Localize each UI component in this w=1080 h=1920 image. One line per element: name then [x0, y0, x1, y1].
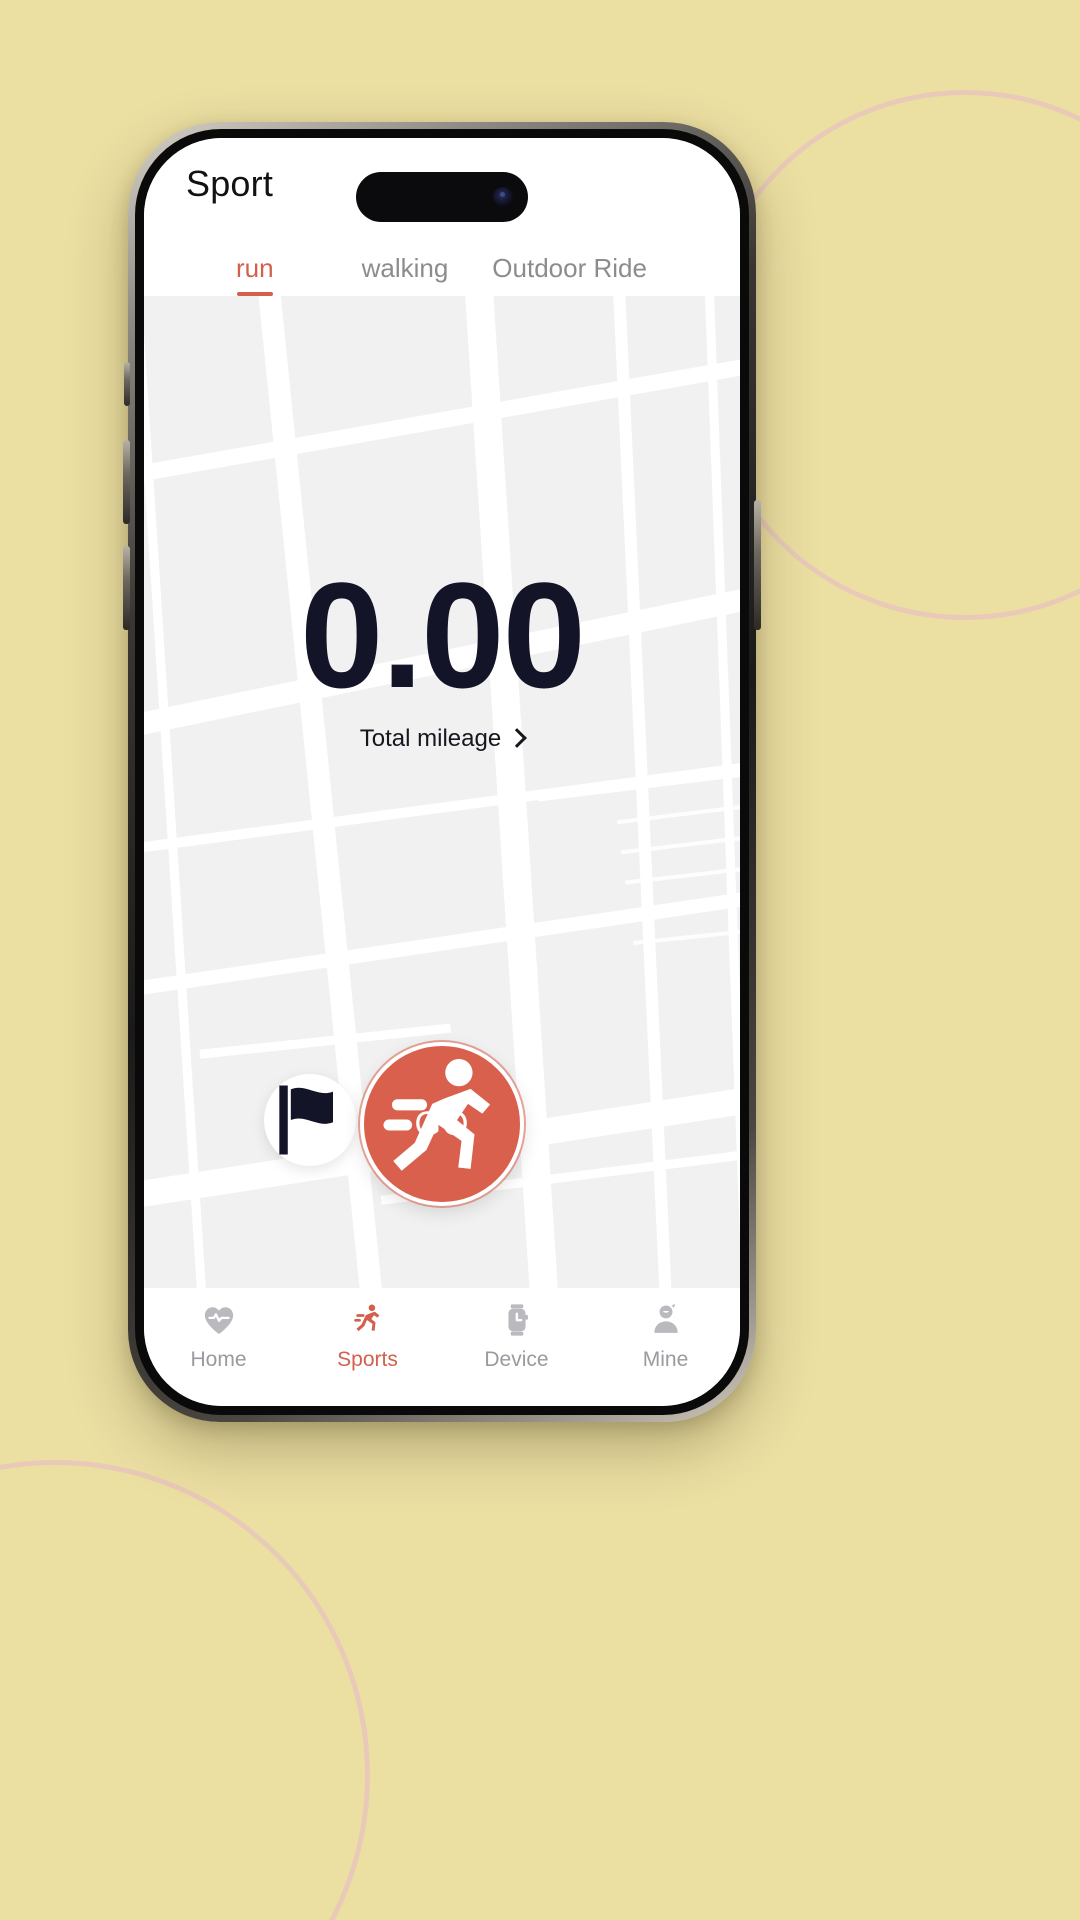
silent-switch[interactable] — [124, 362, 130, 406]
flag-icon — [279, 1085, 333, 1155]
nav-item-home[interactable]: Home — [144, 1302, 293, 1372]
tab-run[interactable]: run — [236, 253, 274, 296]
watch-icon — [507, 1304, 528, 1336]
mileage-readout: 0.00 Total mileage — [144, 551, 740, 753]
map-action-row: GO — [144, 1042, 740, 1206]
volume-down-button[interactable] — [123, 546, 130, 630]
go-button[interactable]: GO — [360, 1042, 524, 1206]
mileage-value: 0.00 — [300, 551, 586, 719]
volume-up-button[interactable] — [123, 440, 130, 524]
screenshot-canvas: Sport run walking Outdoor Ride 0.00 Tota… — [0, 0, 1080, 1920]
power-button[interactable] — [754, 500, 761, 630]
person-icon — [653, 1304, 678, 1333]
tab-walking-label: walking — [361, 253, 449, 283]
phone-bezel: Sport run walking Outdoor Ride 0.00 Tota… — [135, 129, 749, 1415]
tab-active-indicator — [237, 292, 273, 296]
front-camera-icon — [493, 187, 513, 207]
total-mileage-label: Total mileage — [359, 724, 502, 752]
tab-walking[interactable]: walking — [362, 253, 449, 296]
nav-item-device-label: Device — [484, 1348, 549, 1371]
bottom-navigation: Home Sports Device Mine — [144, 1288, 740, 1406]
flag-button[interactable] — [264, 1074, 356, 1166]
nav-item-sports[interactable]: Sports — [293, 1302, 442, 1372]
tab-run-label: run — [236, 253, 274, 283]
tab-outdoor-ride-label: Outdoor Ride — [492, 253, 647, 283]
phone-frame: Sport run walking Outdoor Ride 0.00 Tota… — [123, 122, 761, 1422]
nav-item-sports-label: Sports — [337, 1348, 398, 1371]
running-icon — [353, 1304, 379, 1332]
total-mileage-link[interactable]: Total mileage — [359, 724, 528, 753]
nav-item-mine[interactable]: Mine — [591, 1302, 740, 1372]
nav-item-mine-label: Mine — [642, 1348, 689, 1371]
dynamic-island — [356, 172, 528, 222]
nav-item-device[interactable]: Device — [442, 1302, 591, 1372]
tab-outdoor-ride[interactable]: Outdoor Ride — [492, 253, 647, 296]
sport-type-tabs: run walking Outdoor Ride — [144, 230, 740, 296]
decorative-ring-bottom-left — [0, 1460, 370, 1920]
map-view[interactable]: 0.00 Total mileage — [144, 296, 740, 1288]
page-title: Sport — [186, 163, 274, 204]
heart-pulse-icon — [204, 1307, 233, 1334]
running-icon — [383, 1059, 491, 1171]
nav-item-home-label: Home — [190, 1348, 247, 1371]
phone-screen: Sport run walking Outdoor Ride 0.00 Tota… — [144, 138, 740, 1406]
chevron-right-icon — [507, 727, 528, 748]
